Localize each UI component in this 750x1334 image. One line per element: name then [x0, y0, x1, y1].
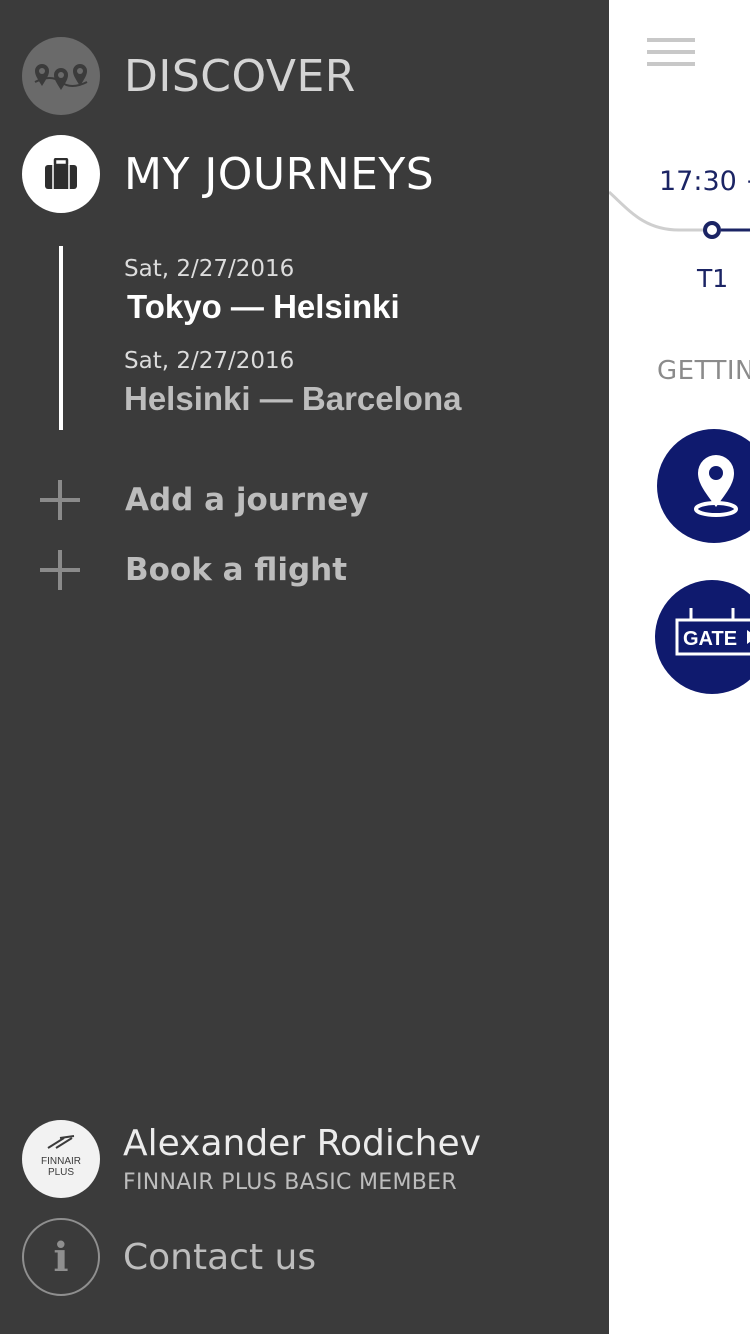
contact-us-label: Contact us — [123, 1236, 317, 1278]
route-line — [609, 190, 750, 239]
journey-detail-panel: 17:30 + T1 GETTIN GATE — [609, 0, 750, 1334]
journey-item[interactable]: Sat, 2/27/2016 Tokyo — Helsinki — [124, 256, 400, 326]
hamburger-menu-icon[interactable] — [647, 38, 695, 66]
journey-route: Helsinki — Barcelona — [124, 380, 462, 417]
nav-item-my-journeys[interactable]: MY JOURNEYS — [22, 135, 434, 213]
membership-tier: FINNAIR PLUS BASIC MEMBER — [123, 1170, 457, 1195]
user-profile[interactable]: FINNAIR PLUS Alexander Rodichev FINNAIR … — [22, 1120, 481, 1198]
location-pin-icon — [694, 455, 738, 517]
add-journey-button[interactable]: Add a journey — [40, 480, 368, 520]
terminal-label: T1 — [697, 264, 729, 293]
info-icon: i — [22, 1218, 100, 1296]
contact-us-button[interactable]: i Contact us — [22, 1218, 316, 1296]
journeys-indicator-line — [59, 246, 63, 430]
route-node-icon — [703, 221, 721, 239]
location-button[interactable] — [657, 429, 750, 543]
add-journey-label: Add a journey — [125, 482, 369, 518]
section-heading: GETTIN — [657, 356, 750, 386]
navigation-drawer: DISCOVER MY JOURNEYS Sat, 2/27/2016 Toky… — [0, 0, 609, 1334]
journey-item[interactable]: Sat, 2/27/2016 Helsinki — Barcelona — [124, 348, 461, 418]
gate-label: GATE — [683, 628, 737, 650]
journey-route: Tokyo — Helsinki — [127, 288, 400, 325]
nav-item-discover[interactable]: DISCOVER — [22, 37, 356, 115]
book-flight-button[interactable]: Book a flight — [40, 550, 347, 590]
badge-brand-line2: PLUS — [47, 1167, 75, 1178]
finnair-plus-logo: FINNAIR PLUS — [22, 1120, 100, 1198]
map-pins-icon — [22, 37, 100, 115]
badge-brand-line1: FINNAIR — [41, 1156, 81, 1167]
book-flight-label: Book a flight — [125, 552, 348, 588]
plus-icon — [40, 480, 80, 520]
journey-date: Sat, 2/27/2016 — [124, 256, 295, 282]
nav-label-discover: DISCOVER — [124, 50, 356, 102]
journey-date: Sat, 2/27/2016 — [124, 348, 295, 374]
user-name: Alexander Rodichev — [123, 1123, 481, 1164]
nav-label-my-journeys: MY JOURNEYS — [124, 148, 435, 200]
gate-button[interactable]: GATE — [655, 580, 750, 694]
plus-icon — [40, 550, 80, 590]
suitcase-icon — [22, 135, 100, 213]
gate-sign-icon: GATE — [675, 608, 750, 656]
